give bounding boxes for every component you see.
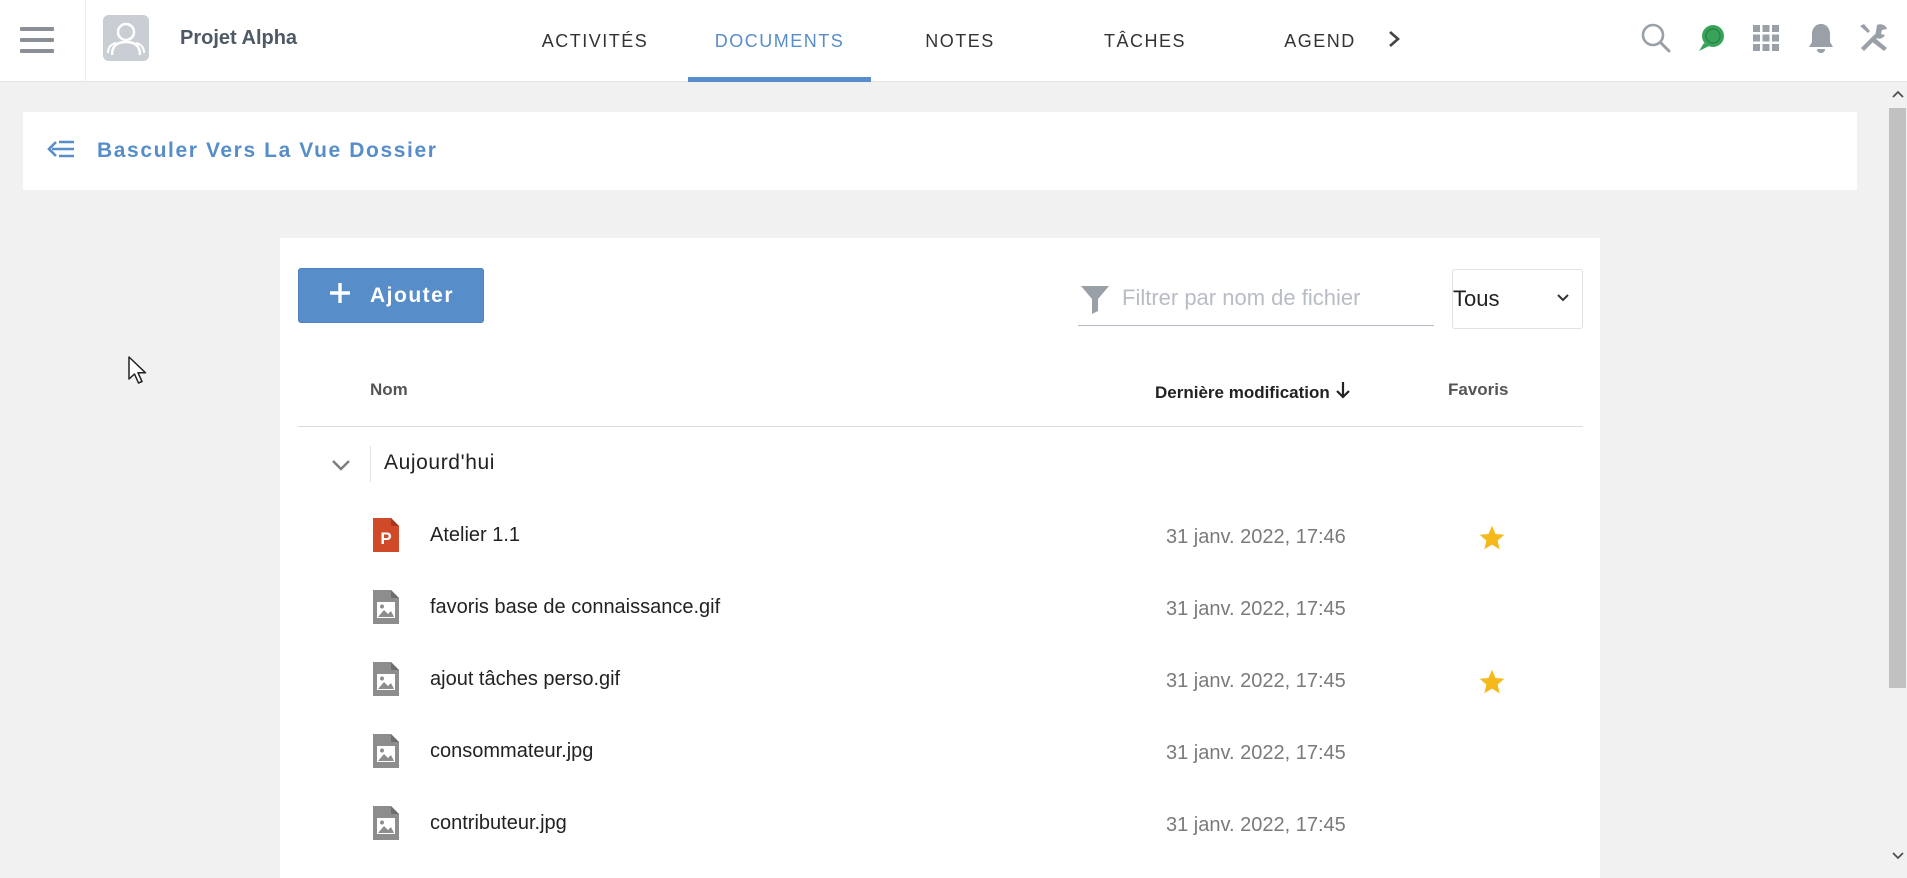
menu-icon[interactable] — [20, 22, 56, 58]
chevron-down-icon[interactable] — [326, 450, 356, 480]
file-date: 31 janv. 2022, 17:45 — [1166, 670, 1346, 692]
image-file-icon — [373, 806, 399, 840]
header-divider — [298, 426, 1583, 427]
space-avatar[interactable] — [103, 15, 149, 61]
add-button[interactable]: Ajouter — [298, 268, 484, 323]
file-date: 31 janv. 2022, 17:45 — [1166, 742, 1346, 764]
table-row[interactable]: favoris base de connaissance.gif 31 janv… — [298, 572, 1583, 644]
file-date: 31 janv. 2022, 17:46 — [1166, 526, 1346, 548]
image-file-icon — [373, 662, 399, 696]
file-date: 31 janv. 2022, 17:45 — [1166, 814, 1346, 836]
divider — [85, 0, 86, 82]
folder-view-toggle[interactable]: Basculer Vers La Vue Dossier — [23, 112, 438, 190]
svg-text:P: P — [380, 529, 391, 548]
table-row[interactable]: P Atelier 1.1 31 janv. 2022, 17:46 — [298, 500, 1583, 572]
group-label: Aujourd'hui — [384, 451, 496, 474]
tab-taches[interactable]: TÂCHES — [1090, 0, 1200, 82]
file-name[interactable]: contributeur.jpg — [430, 812, 567, 835]
file-date: 31 janv. 2022, 17:45 — [1166, 598, 1346, 620]
tab-documents[interactable]: DOCUMENTS — [688, 0, 871, 82]
image-file-icon — [373, 734, 399, 768]
chat-icon[interactable] — [1694, 20, 1730, 56]
plus-icon — [328, 281, 352, 311]
star-icon[interactable] — [1477, 667, 1507, 697]
file-name[interactable]: favoris base de connaissance.gif — [430, 596, 720, 619]
table-row[interactable]: contributeur.jpg 31 janv. 2022, 17:45 — [298, 788, 1583, 860]
filter-icon — [1078, 282, 1112, 316]
image-file-icon — [373, 590, 399, 624]
apps-grid-icon[interactable] — [1748, 20, 1784, 56]
folder-view-toggle-label: Basculer Vers La Vue Dossier — [97, 139, 438, 162]
scrollbar-thumb[interactable] — [1889, 108, 1906, 688]
file-name[interactable]: Atelier 1.1 — [430, 524, 520, 547]
column-header-modified[interactable]: Dernière modification — [1155, 380, 1352, 405]
divider — [370, 446, 371, 482]
column-header-favorites[interactable]: Favoris — [1448, 380, 1508, 400]
tab-notes[interactable]: NOTES — [908, 0, 1012, 82]
mouse-pointer-icon — [127, 355, 149, 385]
document-type-select-value: Tous — [1453, 286, 1500, 311]
chevron-right-icon[interactable] — [1382, 24, 1406, 54]
file-name[interactable]: consommateur.jpg — [430, 740, 593, 763]
tab-agenda[interactable]: AGEND — [1280, 0, 1360, 82]
table-row[interactable]: consommateur.jpg 31 janv. 2022, 17:45 — [298, 716, 1583, 788]
chevron-down-icon — [1556, 290, 1570, 308]
table-row[interactable]: ajout tâches perso.gif 31 janv. 2022, 17… — [298, 644, 1583, 716]
filter-input[interactable] — [1120, 278, 1430, 318]
scroll-up-arrow[interactable] — [1889, 84, 1906, 104]
star-icon[interactable] — [1477, 523, 1507, 553]
scroll-down-arrow[interactable] — [1889, 846, 1906, 866]
sort-arrow-down-icon — [1334, 380, 1352, 405]
back-list-icon — [47, 138, 75, 165]
bell-icon[interactable] — [1803, 20, 1839, 56]
space-name[interactable]: Projet Alpha — [180, 27, 297, 50]
search-icon[interactable] — [1638, 20, 1674, 56]
column-header-name[interactable]: Nom — [370, 380, 408, 400]
file-name[interactable]: ajout tâches perso.gif — [430, 668, 620, 691]
column-header-modified-label: Dernière modification — [1155, 382, 1330, 402]
powerpoint-file-icon: P — [373, 518, 399, 552]
tab-activites[interactable]: ACTIVITÉS — [528, 0, 662, 82]
filter-field — [1078, 272, 1434, 326]
add-button-label: Ajouter — [370, 283, 454, 307]
top-bar: Projet Alpha ACTIVITÉS DOCUMENTS NOTES T… — [0, 0, 1907, 82]
document-type-select[interactable]: Tous — [1452, 269, 1583, 329]
tools-icon[interactable] — [1856, 20, 1892, 56]
